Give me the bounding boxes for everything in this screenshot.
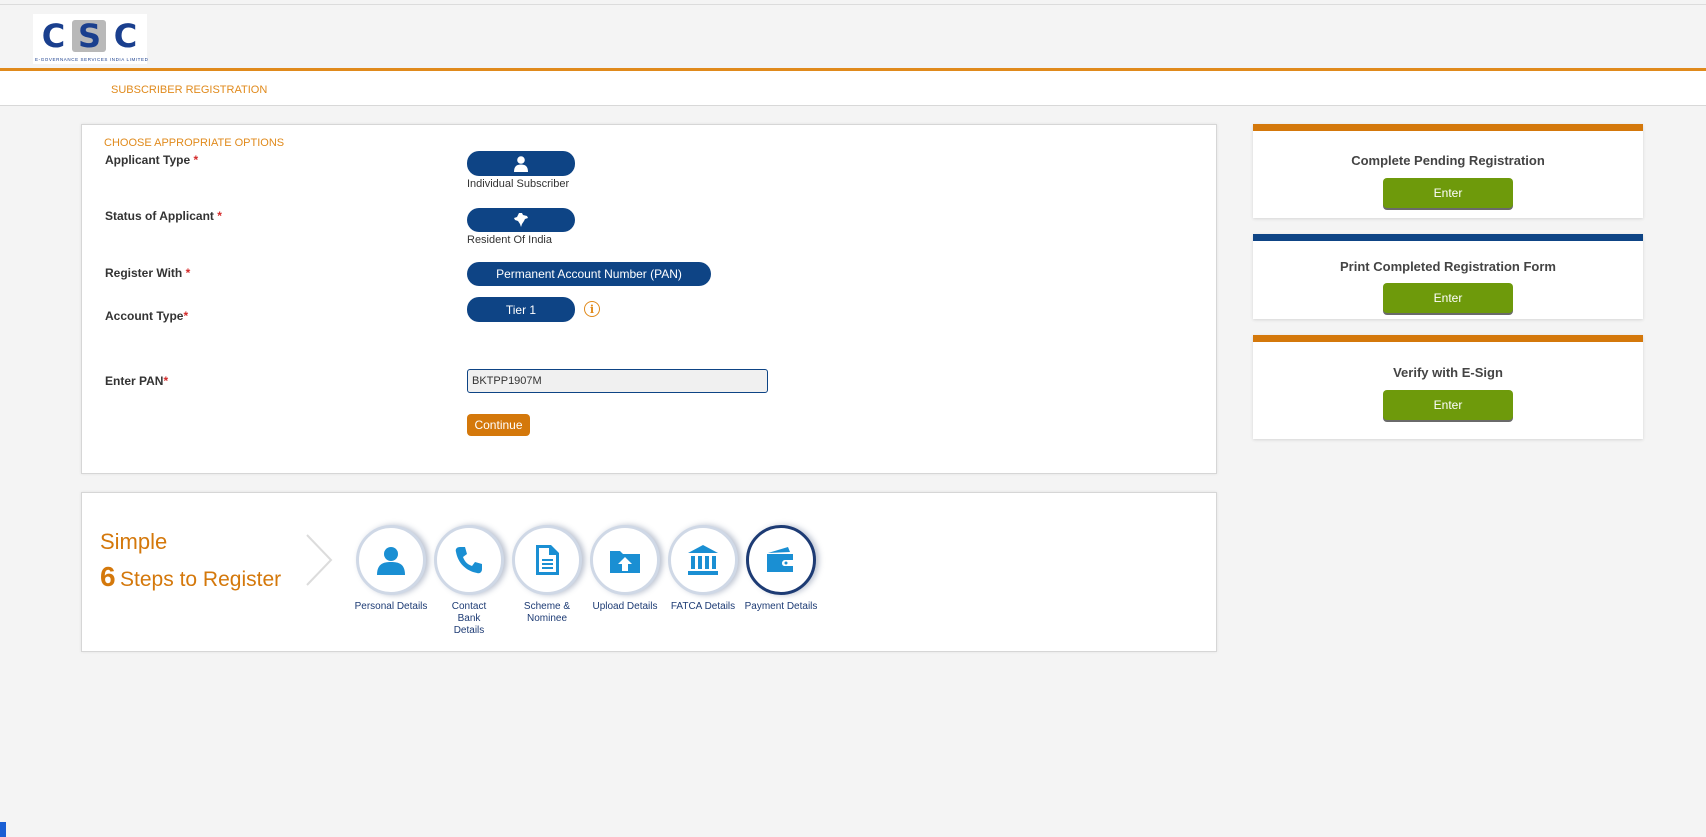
status-label: Status of Applicant * <box>105 209 222 223</box>
bank-icon <box>688 545 718 575</box>
card-title: Print Completed Registration Form <box>1340 259 1556 274</box>
print-form-card: Print Completed Registration Form Enter <box>1253 234 1643 319</box>
step-label: Contact Bank Details <box>451 601 487 636</box>
status-caption: Resident Of India <box>467 234 552 246</box>
step-label: Personal Details <box>354 601 428 612</box>
logo-tagline: E-GOVERNANCE SERVICES INDIA LIMITED <box>35 57 149 62</box>
individual-subscriber-button[interactable] <box>467 151 575 176</box>
esign-enter-button[interactable]: Enter <box>1383 390 1513 420</box>
tier-1-button[interactable]: Tier 1 <box>467 297 575 322</box>
steps-heading-text: Steps to Register <box>120 568 282 591</box>
step-scheme-nominee[interactable] <box>512 525 582 595</box>
section-title: CHOOSE APPROPRIATE OPTIONS <box>104 137 285 149</box>
step-fatca-details[interactable] <box>668 525 738 595</box>
registration-options-card: CHOOSE APPROPRIATE OPTIONS Applicant Typ… <box>81 124 1217 474</box>
page-header: SUBSCRIBER REGISTRATION <box>0 71 1706 106</box>
phone-icon <box>455 547 482 574</box>
step-label: FATCA Details <box>670 601 736 612</box>
applicant-type-label: Applicant Type * <box>105 153 199 167</box>
account-type-label: Account Type* <box>105 309 189 323</box>
required-mark: * <box>163 374 169 388</box>
print-enter-button[interactable]: Enter <box>1383 283 1513 313</box>
logo-letter: S <box>72 17 106 55</box>
enter-pan-label: Enter PAN* <box>105 374 169 388</box>
document-icon <box>536 545 559 575</box>
pan-option-button[interactable]: Permanent Account Number (PAN) <box>467 262 711 286</box>
step-label: Scheme & Nominee <box>523 601 571 624</box>
steps-count: 6 <box>100 561 116 592</box>
person-icon <box>377 547 405 575</box>
chevron-right-icon <box>306 534 333 586</box>
required-mark: * <box>183 309 189 323</box>
step-label: Payment Details <box>744 601 818 612</box>
step-payment-details[interactable] <box>746 525 816 595</box>
continue-button[interactable]: Continue <box>467 414 530 436</box>
card-title: Verify with E-Sign <box>1393 365 1503 380</box>
india-map-icon <box>514 213 528 227</box>
logo-letter: C <box>113 17 137 55</box>
register-with-label: Register With * <box>105 266 191 280</box>
step-upload-details[interactable] <box>590 525 660 595</box>
logo-letter: C <box>41 17 65 55</box>
resident-of-india-button[interactable] <box>467 208 575 232</box>
steps-heading-simple: Simple <box>100 529 168 554</box>
step-contact-bank-details[interactable] <box>434 525 504 595</box>
csc-logo[interactable]: C S C E-GOVERNANCE SERVICES INDIA LIMITE… <box>33 14 149 64</box>
wallet-icon <box>767 547 793 572</box>
card-title: Complete Pending Registration <box>1351 153 1545 168</box>
required-mark: * <box>217 209 222 223</box>
required-mark: * <box>193 153 199 167</box>
top-divider <box>0 4 1706 5</box>
steps-heading: 6 Steps to Register <box>100 561 281 593</box>
user-icon <box>514 155 528 172</box>
pan-input[interactable] <box>467 369 768 393</box>
upload-icon <box>610 551 640 573</box>
info-icon[interactable]: i <box>584 301 600 317</box>
required-mark: * <box>185 266 191 280</box>
step-personal-details[interactable] <box>356 525 426 595</box>
step-label: Upload Details <box>592 601 658 612</box>
esign-card: Verify with E-Sign Enter <box>1253 335 1643 439</box>
applicant-type-caption: Individual Subscriber <box>467 178 570 190</box>
page-title: SUBSCRIBER REGISTRATION <box>111 84 268 96</box>
corner-marker <box>0 822 6 837</box>
pending-registration-card: Complete Pending Registration Enter <box>1253 124 1643 218</box>
steps-card: Simple 6 Steps to Register Personal Deta… <box>81 492 1217 652</box>
pending-enter-button[interactable]: Enter <box>1383 178 1513 208</box>
